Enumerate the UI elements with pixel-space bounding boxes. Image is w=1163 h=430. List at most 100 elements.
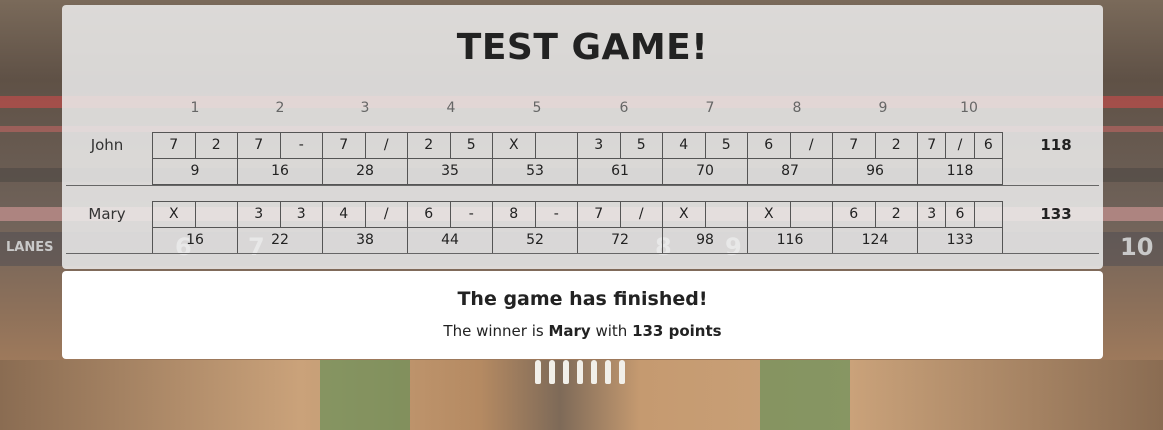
roll: /	[789, 133, 833, 158]
player-row: Mary X 16 3 3 22 4 / 38 6 - 44 8 - 52 7 …	[62, 201, 1103, 254]
frame-number: 9	[878, 100, 888, 116]
player-row: John 7 2 9 7 - 16 7 / 28 2 5 35 X 53 3 5…	[62, 132, 1103, 185]
roll-boxes: X	[748, 202, 832, 228]
frame-cell: 4 / 38	[322, 201, 408, 254]
frame-score: 98	[696, 232, 714, 248]
roll: 3	[594, 137, 604, 153]
frame-number-header: 1 2 3 4 5 6 7 8 9 10	[62, 100, 1103, 120]
result-message: The winner is Mary with 133 points	[62, 322, 1103, 340]
pin-icon	[563, 360, 569, 384]
frame-number: 7	[705, 100, 715, 116]
roll: 6	[849, 206, 859, 222]
roll: /	[364, 133, 408, 158]
frame-cell: 4 5 70	[662, 132, 748, 185]
lane-number: 10	[1120, 233, 1154, 261]
frame-score: 61	[611, 163, 629, 179]
roll-boxes: 6 -	[408, 202, 492, 228]
winner-name: Mary	[548, 322, 591, 340]
result-panel: The game has finished! The winner is Mar…	[62, 271, 1103, 359]
roll: 7	[849, 137, 859, 153]
frame-score: 116	[776, 232, 804, 248]
roll-boxes: 6 2	[833, 202, 917, 228]
roll	[194, 202, 238, 227]
roll: 4	[679, 137, 689, 153]
roll: 7	[927, 137, 937, 153]
game-title: TEST GAME!	[456, 27, 709, 68]
roll: X	[763, 206, 774, 222]
frame-cell: 3 3 22	[237, 201, 323, 254]
frame-score: 53	[526, 163, 544, 179]
roll-boxes: 7 2	[833, 133, 917, 159]
roll: 2	[874, 202, 918, 227]
roll-boxes: X	[153, 202, 237, 228]
frame-number: 8	[792, 100, 802, 116]
frame-cell: 3 5 61	[577, 132, 663, 185]
frame-score: 22	[271, 232, 289, 248]
frame-cell: 7 2 96	[832, 132, 918, 185]
frame-score: 16	[186, 232, 204, 248]
frame-cell: X 53	[492, 132, 578, 185]
frame-cell-10: 3 6 133	[917, 201, 1003, 254]
roll: 3	[254, 206, 264, 222]
frame-cell: 7 2 9	[152, 132, 238, 185]
roll: X	[678, 206, 689, 222]
result-title: The game has finished!	[457, 288, 708, 310]
frame-cell-10: 7 / 6 118	[917, 132, 1003, 185]
roll-boxes: 4 /	[323, 202, 407, 228]
frame-score: 124	[861, 232, 889, 248]
roll: -	[449, 202, 493, 227]
roll: -	[534, 202, 578, 227]
winner-points: 133 points	[632, 322, 722, 340]
player-total: 118	[1040, 136, 1072, 154]
roll: 7	[594, 206, 604, 222]
frame-cell: 7 / 72	[577, 201, 663, 254]
roll: X	[168, 206, 179, 222]
frame-score: 118	[946, 163, 974, 179]
roll: /	[619, 202, 663, 227]
roll: 5	[449, 133, 493, 158]
frame-cell: 6 - 44	[407, 201, 493, 254]
frame-score: 9	[190, 163, 200, 179]
roll-boxes: 7 /	[578, 202, 662, 228]
bowling-pins	[520, 360, 640, 388]
pin-icon	[605, 360, 611, 384]
result-middle: with	[590, 322, 633, 340]
frame-number: 4	[446, 100, 456, 116]
row-divider	[66, 253, 1099, 254]
pin-icon	[549, 360, 555, 384]
roll-boxes: 7 / 6	[918, 133, 1002, 159]
roll: 7	[169, 137, 179, 153]
result-prefix: The winner is	[443, 322, 549, 340]
roll: /	[364, 202, 408, 227]
frame-cell: 2 5 35	[407, 132, 493, 185]
roll-boxes: 2 5	[408, 133, 492, 159]
frame-number: 6	[619, 100, 629, 116]
roll: 7	[339, 137, 349, 153]
player-total: 133	[1040, 205, 1072, 223]
pin-icon	[619, 360, 625, 384]
roll: X	[508, 137, 519, 153]
pin-icon	[591, 360, 597, 384]
frame-number: 5	[532, 100, 542, 116]
frame-score: 16	[271, 163, 289, 179]
frame-score: 96	[866, 163, 884, 179]
frame-cell: X 16	[152, 201, 238, 254]
scoreboard-panel: TEST GAME! 1 2 3 4 5 6 7 8 9 10 John 7 2…	[62, 5, 1103, 269]
row-divider	[66, 185, 1099, 186]
roll: 8	[509, 206, 519, 222]
frame-score: 35	[441, 163, 459, 179]
frame-score: 44	[441, 232, 459, 248]
frame-cell: 7 - 16	[237, 132, 323, 185]
lanes-sign: LANES	[6, 240, 54, 255]
roll: 5	[619, 133, 663, 158]
roll-boxes: 7 2	[153, 133, 237, 159]
frame-score: 38	[356, 232, 374, 248]
roll	[704, 202, 748, 227]
roll-boxes: 3 6	[918, 202, 1002, 228]
roll-boxes: 3 5	[578, 133, 662, 159]
frame-score: 72	[611, 232, 629, 248]
roll: 6	[973, 133, 1002, 158]
roll: 3	[927, 206, 937, 222]
gutter	[760, 360, 850, 430]
roll: 2	[874, 133, 918, 158]
